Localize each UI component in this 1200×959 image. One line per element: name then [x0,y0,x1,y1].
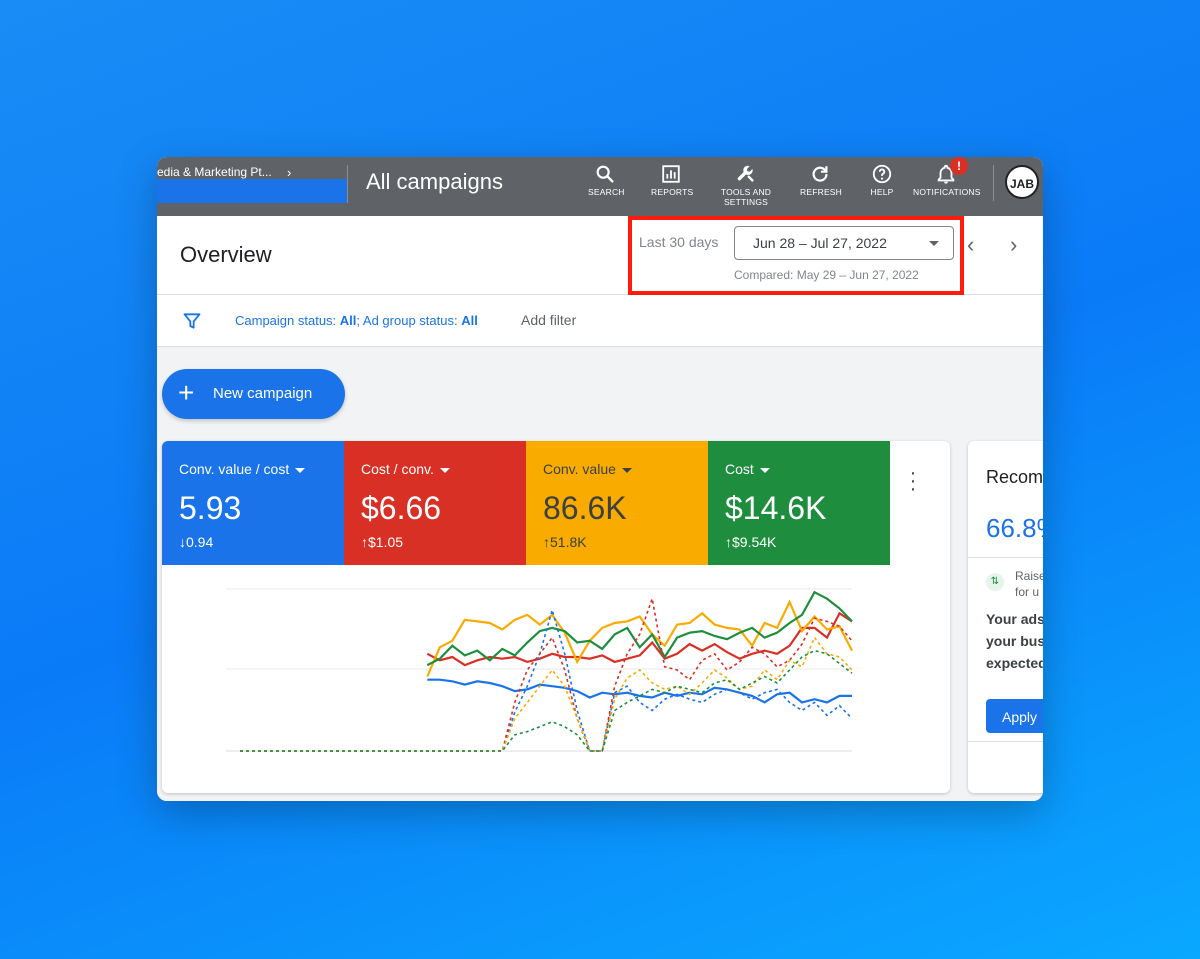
help-tool-button[interactable]: HELP [868,163,896,197]
reco-line-1: Raise [1015,569,1043,583]
series-layer [240,590,853,752]
tool-label: SEARCH [588,187,625,197]
metric-name: Conv. value [543,461,632,477]
performance-chart-card: Conv. value / cost 5.93 ↓0.94 Cost / con… [162,441,950,793]
divider [968,741,1043,742]
metric-card-conv-value-cost[interactable]: Conv. value / cost 5.93 ↓0.94 [162,441,344,565]
arrow-down-icon: ↓ [179,534,186,550]
more-options-icon[interactable]: · · · [908,463,918,499]
recommendations-title: Recommendations [986,467,1043,487]
caret-down-icon [439,467,450,473]
top-bar: edia & Marketing Pt... › All campaigns S… [157,157,1043,216]
highlight-annotation-box [628,216,964,295]
campaign-status-value: All [339,313,357,328]
overview-title: Overview [180,242,272,267]
plus-icon: + [178,377,195,408]
series-line-5 [240,595,853,752]
arrow-up-icon: ↑ [361,534,368,550]
avatar[interactable]: JAB [1005,165,1039,199]
metric-name: Conv. value / cost [179,461,306,477]
series-line-0 [427,678,852,704]
notification-badge: ! [950,157,968,175]
apply-button[interactable]: Apply [986,699,1043,733]
tool-label: REPORTS [651,187,694,197]
performance-line-chart [226,588,853,752]
new-campaign-button[interactable]: + New campaign [162,369,345,419]
metric-delta: ↑$9.54K [725,534,777,550]
reco-body-2: your bus [986,633,1043,649]
ad-group-status-label: ; Ad group status: [356,313,462,328]
reports-icon [662,165,680,183]
recommendations-card: Recommendations 66.8% ⇅ Raise for u Your… [968,441,1043,793]
reco-body-1: Your ads [986,611,1043,627]
caret-down-icon [759,467,770,473]
tool-label: NOTIFICATIONS [913,187,981,197]
metric-delta: ↑$1.05 [361,534,404,550]
metric-value: 5.93 [179,490,242,526]
reports-tool-button[interactable]: REPORTS [651,163,694,197]
metric-name: Cost / conv. [361,461,450,477]
account-id-redaction [157,179,347,203]
chevron-left-icon[interactable]: ‹ [967,232,974,258]
add-filter-button[interactable]: Add filter [521,312,576,328]
status-filter[interactable]: Campaign status: All; Ad group status: A… [235,313,478,328]
series-line-2 [426,599,853,677]
new-campaign-label: New campaign [213,385,313,402]
chevron-right-icon[interactable]: › [1010,232,1017,258]
arrow-up-icon: ↑ [725,534,732,550]
reco-line-2: for u [1015,585,1040,599]
refresh-tool-button[interactable]: REFRESH [800,163,843,197]
metric-value: $14.6K [725,490,827,526]
topbar-divider [347,165,348,203]
metric-delta: ↓0.94 [179,534,214,550]
chevron-right-icon[interactable]: › [287,165,291,180]
metric-name: Cost [725,461,770,477]
google-ads-window: edia & Marketing Pt... › All campaigns S… [157,157,1043,801]
metric-value: $6.66 [361,490,442,526]
sort-arrows-icon: ⇅ [986,573,1004,591]
metric-card-cost-conv[interactable]: Cost / conv. $6.66 ↑$1.05 [344,441,526,565]
refresh-icon [812,166,828,182]
metric-card-cost[interactable]: Cost $14.6K ↑$9.54K [708,441,890,565]
overview-bar: Overview Last 30 days Jun 28 – Jul 27, 2… [157,216,1043,295]
search-icon [596,165,614,183]
divider [968,557,1043,558]
metric-delta: ↑51.8K [543,534,587,550]
account-name[interactable]: edia & Marketing Pt... [157,165,272,179]
wrench-icon [737,165,754,182]
tool-label: HELP [870,187,894,197]
tool-label: REFRESH [800,187,843,197]
filter-icon[interactable] [182,311,202,331]
notifications-tool-button[interactable]: NOTIFICATIONS [913,163,981,197]
caret-down-icon [621,467,632,473]
series-line-1 [426,611,853,667]
avatar-divider [993,165,994,201]
metric-card-conv-value[interactable]: Conv. value 86.6K ↑51.8K [526,441,708,565]
reco-body-3: expected [986,655,1043,671]
arrow-up-icon: ↑ [543,534,550,550]
ad-group-status-value: All [461,313,478,328]
tools-settings-button[interactable]: TOOLS AND SETTINGS [719,163,773,207]
metric-value: 86.6K [543,490,627,526]
main-content: + New campaign Conv. value / cost 5.93 ↓… [157,347,1043,801]
filter-bar: Campaign status: All; Ad group status: A… [157,295,1043,347]
campaign-status-label: Campaign status: [235,313,340,328]
optimization-score: 66.8% [986,513,1043,543]
caret-down-icon [295,467,306,473]
search-tool-button[interactable]: SEARCH [588,163,625,197]
tool-label: TOOLS AND SETTINGS [720,187,772,207]
help-icon [872,164,892,184]
page-heading: All campaigns [366,169,503,194]
